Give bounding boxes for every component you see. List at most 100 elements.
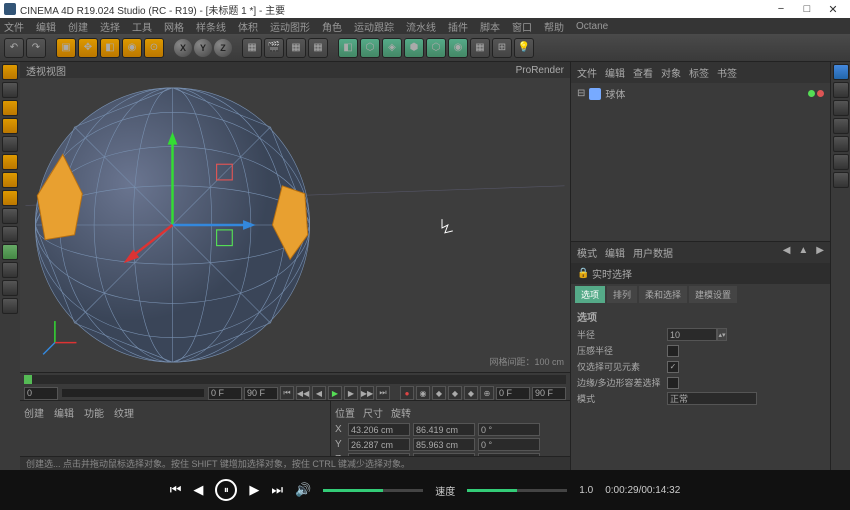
tool-icon[interactable] <box>833 64 849 80</box>
tab-position[interactable]: 位置 <box>335 405 355 420</box>
menu-item[interactable]: 网格 <box>164 19 184 34</box>
radius-input[interactable]: 10 <box>667 328 717 341</box>
menu-item[interactable]: 运动跟踪 <box>354 19 394 34</box>
subtab[interactable]: 选项 <box>575 286 605 303</box>
tool-icon[interactable] <box>833 172 849 188</box>
play-button[interactable]: ▶ <box>328 386 342 400</box>
y-axis-toggle[interactable]: Y <box>194 39 212 57</box>
pos-y[interactable]: 26.287 cm <box>348 438 410 451</box>
next-frame[interactable]: ▶ <box>344 386 358 400</box>
menu-item[interactable]: 样条线 <box>196 19 226 34</box>
vis-editor-icon[interactable] <box>808 90 815 97</box>
tab[interactable]: 编辑 <box>54 405 74 420</box>
tool-icon[interactable] <box>833 118 849 134</box>
subtab[interactable]: 柔和选择 <box>639 286 687 303</box>
tab[interactable]: 书签 <box>717 65 737 80</box>
volume-slider[interactable] <box>323 489 423 492</box>
key-button[interactable]: ◆ <box>464 386 478 400</box>
menu-item[interactable]: 窗口 <box>512 19 532 34</box>
menu-item[interactable]: 角色 <box>322 19 342 34</box>
tool-icon[interactable] <box>2 208 18 224</box>
volume-icon[interactable]: 🔊 <box>295 482 311 498</box>
tool-icon[interactable] <box>2 262 18 278</box>
tool-icon[interactable] <box>2 298 18 314</box>
rotate-tool[interactable]: ◉ <box>122 38 142 58</box>
tool-icon[interactable] <box>2 136 18 152</box>
tool-icon[interactable]: ▦ <box>242 38 262 58</box>
tab[interactable]: 文件 <box>577 65 597 80</box>
tab-size[interactable]: 尺寸 <box>363 405 383 420</box>
nav-up-icon[interactable]: ▲ <box>798 245 808 260</box>
expand-icon[interactable]: ⊟ <box>577 88 585 99</box>
stepper-icon[interactable]: ▴▾ <box>717 328 727 341</box>
tab-rotation[interactable]: 旋转 <box>391 405 411 420</box>
tool-icon[interactable] <box>2 226 18 242</box>
redo-button[interactable]: ↷ <box>26 38 46 58</box>
tool-icon[interactable] <box>833 136 849 152</box>
viewport[interactable]: 网格间距：100 cm <box>20 78 570 372</box>
menu-item[interactable]: 运动图形 <box>270 19 310 34</box>
move-tool[interactable]: ✥ <box>78 38 98 58</box>
record-button[interactable]: ● <box>400 386 414 400</box>
key-button[interactable]: ◆ <box>432 386 446 400</box>
goto-start[interactable]: ⏮ <box>280 386 294 400</box>
vis-render-icon[interactable] <box>817 90 824 97</box>
prev-button[interactable]: ⏮ <box>170 482 182 498</box>
render-button[interactable]: 🎬 <box>264 38 284 58</box>
next-key[interactable]: ▶▶ <box>360 386 374 400</box>
menu-item[interactable]: 体积 <box>238 19 258 34</box>
tab[interactable]: 纹理 <box>114 405 134 420</box>
object-mode[interactable] <box>2 82 18 98</box>
playhead[interactable] <box>24 375 32 384</box>
minimize-button[interactable]: − <box>768 3 794 15</box>
key-button[interactable]: ⊕ <box>480 386 494 400</box>
z-axis-toggle[interactable]: Z <box>214 39 232 57</box>
tool-icon[interactable] <box>833 154 849 170</box>
speed-slider[interactable] <box>467 489 567 492</box>
tool-icon[interactable] <box>833 82 849 98</box>
tool-button[interactable]: ⬢ <box>404 38 424 58</box>
edge-mode[interactable] <box>2 172 18 188</box>
range-slider[interactable] <box>62 389 204 397</box>
goto-end[interactable]: ⏭ <box>376 386 390 400</box>
tool-button[interactable]: ⬡ <box>426 38 446 58</box>
key-button[interactable]: ◆ <box>448 386 462 400</box>
undo-button[interactable]: ↶ <box>4 38 24 58</box>
snap-button[interactable] <box>2 244 18 260</box>
tool-icon[interactable] <box>2 118 18 134</box>
menu-item[interactable]: 流水线 <box>406 19 436 34</box>
select-tool[interactable]: ▣ <box>56 38 76 58</box>
tool-icon[interactable] <box>2 100 18 116</box>
pos-x[interactable]: 43.206 cm <box>348 423 410 436</box>
menu-item[interactable]: 编辑 <box>36 19 56 34</box>
tab[interactable]: 对象 <box>661 65 681 80</box>
mode-select[interactable]: 正常 <box>667 392 757 405</box>
menu-item[interactable]: Octane <box>576 21 608 32</box>
size-y[interactable]: 85.963 cm <box>413 438 475 451</box>
tab[interactable]: 模式 <box>577 245 597 260</box>
object-name[interactable]: 球体 <box>605 86 625 101</box>
menu-item[interactable]: 插件 <box>448 19 468 34</box>
maximize-button[interactable]: □ <box>794 3 820 15</box>
tab[interactable]: 编辑 <box>605 245 625 260</box>
tab[interactable]: 创建 <box>24 405 44 420</box>
pause-button[interactable]: ⏸ <box>215 479 237 501</box>
timeline-track[interactable] <box>24 375 566 384</box>
checkbox[interactable]: ✓ <box>667 361 679 373</box>
subtab[interactable]: 建模设置 <box>689 286 737 303</box>
tab[interactable]: 查看 <box>633 65 653 80</box>
size-x[interactable]: 86.419 cm <box>413 423 475 436</box>
viewport-tab[interactable]: 透视视图 <box>26 63 66 78</box>
scale-tool[interactable]: ◧ <box>100 38 120 58</box>
polygon-mode[interactable] <box>2 190 18 206</box>
close-button[interactable]: ✕ <box>820 3 846 16</box>
frame-end[interactable]: 90 F <box>244 387 278 400</box>
rot-y[interactable]: 0 ° <box>478 438 540 451</box>
generator-button[interactable]: ◈ <box>382 38 402 58</box>
tab[interactable]: 编辑 <box>605 65 625 80</box>
point-mode[interactable] <box>2 154 18 170</box>
tool-icon[interactable]: ▦ <box>286 38 306 58</box>
tab[interactable]: 功能 <box>84 405 104 420</box>
prev-frame[interactable]: ◀ <box>312 386 326 400</box>
menu-item[interactable]: 帮助 <box>544 19 564 34</box>
